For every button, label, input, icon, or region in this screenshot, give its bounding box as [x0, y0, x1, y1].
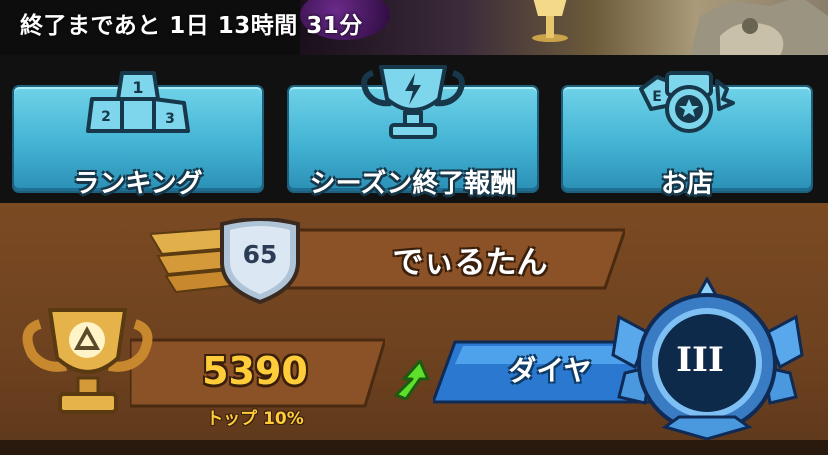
svg-text:3: 3: [165, 111, 175, 127]
shop-button[interactable]: E お店: [561, 71, 813, 199]
menu-strip: 1 2 3 ランキング シーズン終了報酬 E お店: [0, 55, 828, 203]
season-timer: 終了まであと 1日 13時間 31分: [20, 13, 363, 39]
trophy-lightning-icon: [361, 65, 465, 139]
podium-icon: 1 2 3: [86, 71, 190, 133]
player-name: でぃるたん: [392, 245, 548, 281]
svg-text:1: 1: [132, 78, 143, 97]
season-reward-button[interactable]: シーズン終了報酬: [287, 65, 539, 199]
panel-bottom-edge: [0, 440, 828, 455]
svg-text:E: E: [652, 89, 662, 105]
player-level: 65: [242, 240, 278, 269]
ranking-button[interactable]: 1 2 3 ランキング: [12, 71, 264, 199]
gold-trophy-icon: [22, 308, 153, 414]
league-division: III: [676, 340, 724, 380]
shop-label: お店: [660, 169, 713, 199]
season-banner: 終了まであと 1日 13時間 31分: [0, 0, 828, 55]
season-reward-label: シーズン終了報酬: [309, 169, 517, 199]
golden-trophy-art: [532, 0, 568, 42]
ranking-label: ランキング: [73, 169, 203, 199]
svg-text:2: 2: [101, 109, 111, 125]
shop-coins-icon: E: [639, 71, 735, 133]
rank-percent: トップ 10%: [206, 409, 304, 429]
trophy-count: 5390: [202, 349, 308, 393]
up-arrow-icon: [394, 359, 430, 401]
stone-golem-art: [690, 0, 828, 55]
